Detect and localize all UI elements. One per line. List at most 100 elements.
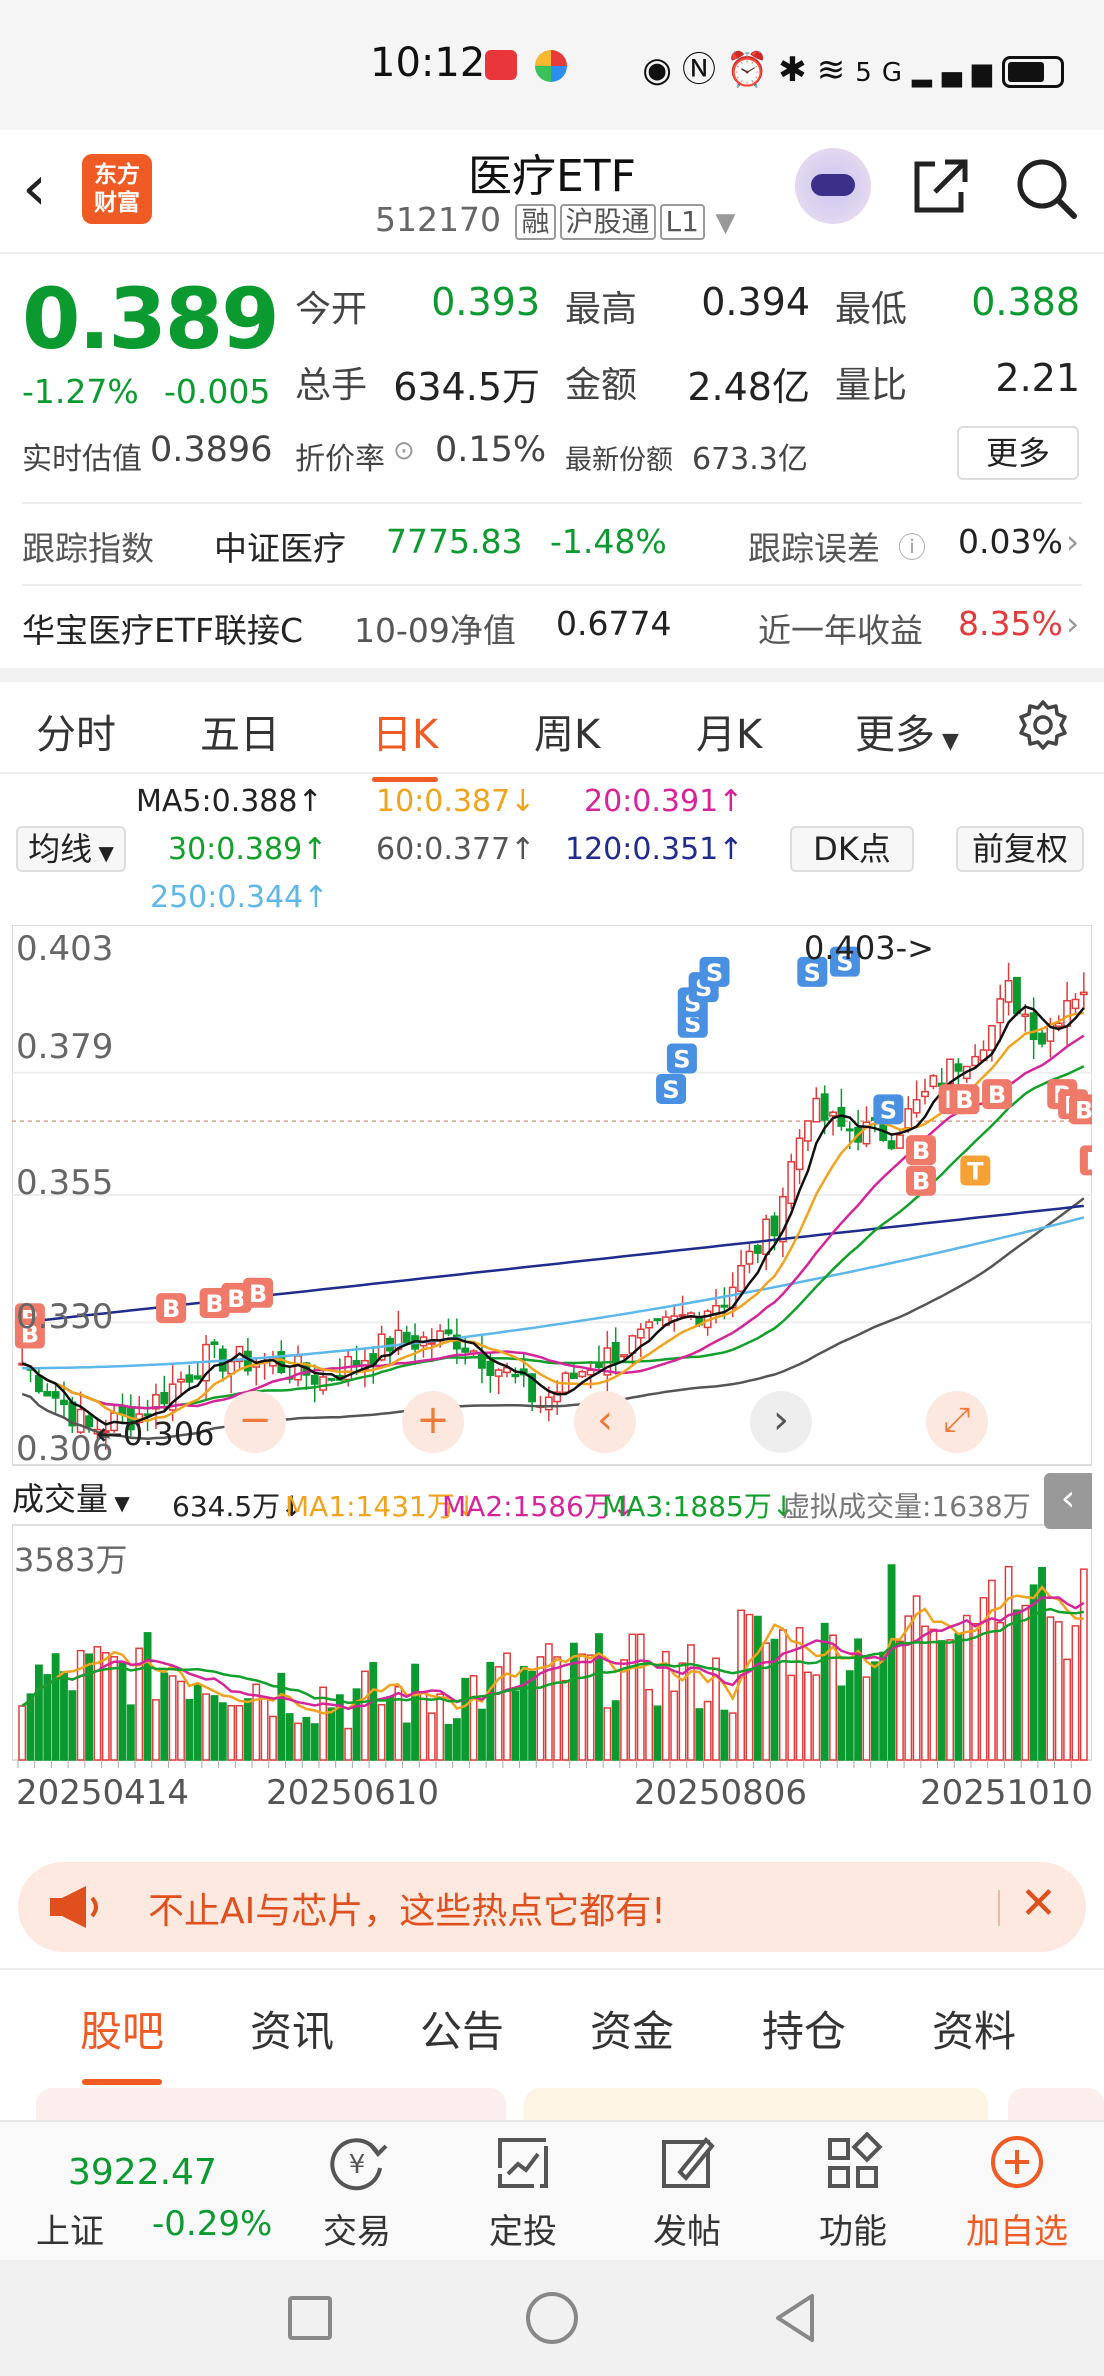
tab-news[interactable]: 资讯 [250, 1998, 334, 2059]
volume-bar [762, 1642, 771, 1761]
volume-bar [937, 1640, 946, 1761]
volume-label: 总手 [295, 365, 368, 406]
volume-bar [804, 1671, 812, 1761]
assistant-robot-icon[interactable] [795, 148, 871, 224]
volume-bar [971, 1622, 980, 1761]
volume-bar [26, 1693, 35, 1761]
close-icon[interactable]: ✕ [1020, 1878, 1057, 1929]
dk-point-button[interactable]: DK点 [790, 826, 914, 872]
low-label: 最低 [835, 289, 908, 330]
candle-body [829, 1111, 837, 1117]
ma-selector[interactable]: 均线 ▼ [16, 826, 126, 872]
volume-bar [561, 1679, 570, 1761]
recent-apps-icon[interactable] [288, 2296, 332, 2340]
signal-label: B [1086, 1147, 1092, 1175]
kline-svg[interactable]: BBBBBBSSSSSSSSSBBBBTBBBBB [11, 924, 1104, 1845]
volume-bar [402, 1722, 411, 1761]
security-code-row[interactable]: 512170 融沪股通 L1 ▼ [375, 200, 735, 240]
ma10-legend: 10:0.387↓ [376, 784, 536, 819]
fullscreen-button[interactable]: ⤢ [926, 1391, 988, 1453]
search-icon[interactable] [1010, 152, 1082, 224]
tab-five-day[interactable]: 五日 [200, 702, 280, 760]
candle-body [620, 1354, 628, 1358]
share-icon[interactable] [905, 150, 977, 222]
candle-body [737, 1264, 746, 1292]
tab-more[interactable]: 更多 ▼ [855, 702, 959, 760]
volume-bar [720, 1709, 729, 1761]
volume-bar [168, 1675, 177, 1761]
trade-button[interactable]: ¥ 交易 [302, 2132, 412, 2253]
tab-guba[interactable]: 股吧 [80, 1998, 164, 2085]
candle-body [177, 1378, 185, 1383]
tab-monthly-k[interactable]: 月K [696, 702, 762, 760]
auto-invest-button[interactable]: 定投 [468, 2132, 578, 2253]
collapse-panel-icon[interactable]: ‹ [1044, 1473, 1092, 1529]
info-dots-icon[interactable]: ⊙ [393, 436, 415, 466]
volume-bar [60, 1671, 68, 1761]
tab-daily-k[interactable]: 日K [372, 702, 439, 782]
signal-label: B [912, 1137, 930, 1165]
scroll-right-button[interactable]: › [750, 1391, 812, 1453]
chevron-right-icon[interactable]: › [1066, 522, 1079, 561]
add-watchlist-button[interactable]: 加自选 [962, 2132, 1072, 2253]
eye-icon: ◉ [642, 50, 682, 90]
volume-bar [912, 1595, 921, 1761]
candle-body [812, 1097, 821, 1123]
sh-index-name[interactable]: 上证 [36, 2204, 104, 2253]
volume-bar [43, 1674, 52, 1761]
x-tick-1: 20250414 [16, 1773, 190, 1813]
volume-bar [243, 1698, 252, 1761]
candle-body [720, 1304, 729, 1308]
sh-index-change[interactable]: -0.29% [152, 2204, 272, 2244]
kline-chart[interactable]: BBBBBBSSSSSSSSSBBBBTBBBBB 0.403 0.379 0.… [11, 924, 1104, 1845]
functions-button[interactable]: 功能 [798, 2132, 908, 2253]
banner-text: 不止AI与芯片，这些热点它都有! [148, 1891, 666, 1932]
volume-bar [812, 1674, 821, 1761]
chevron-right-icon[interactable]: › [1066, 604, 1079, 643]
zoom-out-button[interactable]: − [224, 1391, 286, 1453]
linked-fund-name[interactable]: 华宝医疗ETF联接C [22, 604, 303, 652]
tab-intraday[interactable]: 分时 [36, 702, 116, 760]
signal-label: B [912, 1168, 930, 1196]
volume-bar [636, 1633, 645, 1761]
back-triangle-icon[interactable] [768, 2290, 824, 2346]
volume-bar [778, 1629, 787, 1761]
signal-label: T [967, 1158, 984, 1186]
change-amount: -0.005 [164, 372, 271, 411]
candle-body [611, 1341, 620, 1364]
nav-date-label: 10-09净值 [354, 611, 516, 650]
candle-body [1054, 1022, 1063, 1028]
promo-banner[interactable]: 不止AI与芯片，这些热点它都有! ✕ [18, 1862, 1086, 1952]
scroll-left-button[interactable]: ‹ [574, 1391, 636, 1453]
candle-body [193, 1375, 202, 1380]
volume-bar [461, 1677, 470, 1761]
zoom-in-button[interactable]: + [402, 1391, 464, 1453]
tracking-index-name[interactable]: 中证医疗 [214, 522, 346, 570]
candle-body [845, 1128, 854, 1132]
tab-holdings[interactable]: 持仓 [762, 1998, 846, 2059]
adjust-button[interactable]: 前复权 [956, 826, 1084, 872]
tab-fund-flow[interactable]: 资金 [590, 1998, 674, 2059]
tab-announcements[interactable]: 公告 [420, 1998, 504, 2059]
vol-ma3-legend: MA3:1885万↓ [602, 1490, 796, 1523]
yen-cycle-icon: ¥ [330, 2138, 388, 2191]
home-icon[interactable] [526, 2292, 578, 2344]
candle-body [60, 1399, 68, 1406]
post-button[interactable]: 发帖 [632, 2132, 742, 2253]
volume-selector[interactable]: 成交量 ▼ [12, 1479, 164, 1523]
sh-index-value[interactable]: 3922.47 [68, 2152, 217, 2193]
x-tick-2: 20250610 [266, 1773, 440, 1813]
volume-bar [118, 1662, 127, 1761]
candle-body [929, 1075, 938, 1088]
tab-weekly-k[interactable]: 周K [534, 702, 600, 760]
high-price-marker: 0.403-> [804, 929, 934, 967]
candle-body [904, 1108, 913, 1129]
signal-label: B [1075, 1096, 1092, 1124]
tab-profile[interactable]: 资料 [932, 1998, 1016, 2059]
ma60-legend: 60:0.377↑ [376, 832, 536, 867]
help-icon[interactable]: ⓘ [898, 526, 926, 566]
volume-bar [586, 1654, 595, 1761]
more-button[interactable]: 更多 [957, 426, 1079, 480]
gear-icon[interactable] [1015, 698, 1071, 754]
volume-bar [160, 1672, 169, 1761]
